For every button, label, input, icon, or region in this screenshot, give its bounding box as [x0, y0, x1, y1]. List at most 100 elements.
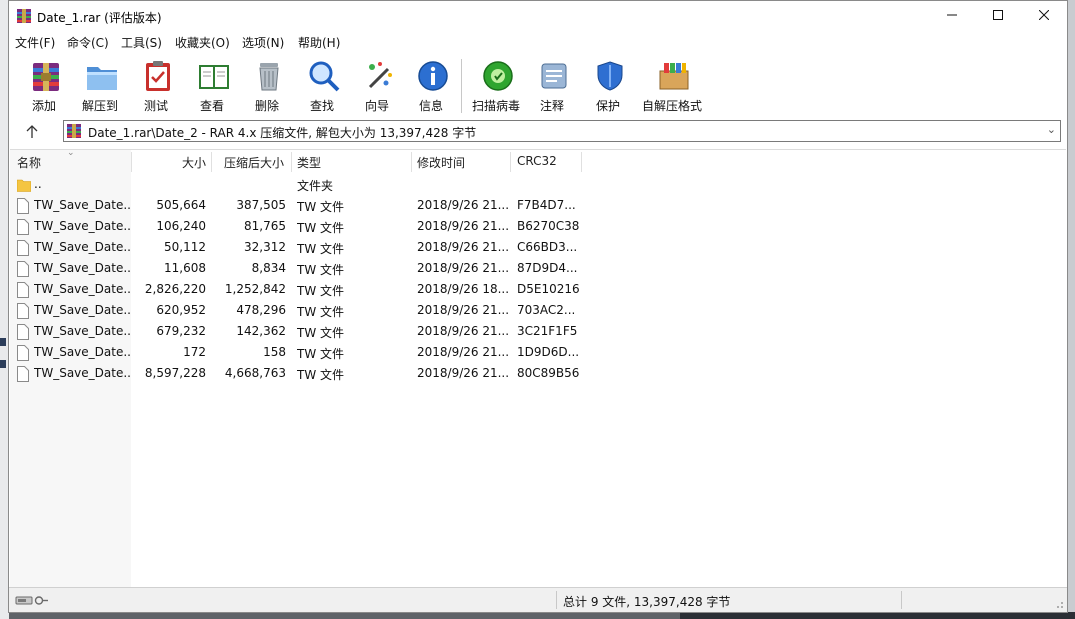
- file-packed-size: 387,505: [236, 198, 286, 212]
- file-modified: 2018/9/26 21...: [417, 219, 509, 233]
- toolbar: 添加 解压到 测试 查看 删除 查找 向导 信息 扫描病毒 注释 保护 自解压格…: [9, 53, 1067, 115]
- column-header-packed[interactable]: 压缩后大小: [224, 154, 284, 171]
- file-name: TW_Save_Date...: [34, 219, 130, 233]
- file-icon: [17, 282, 29, 298]
- table-row[interactable]: TW_Save_Date... 505,664 387,505 TW 文件 20…: [10, 196, 1066, 217]
- file-modified: 2018/9/26 21...: [417, 324, 509, 338]
- find-button[interactable]: 查找: [297, 57, 347, 113]
- file-type: TW 文件: [297, 284, 345, 298]
- extract-to-button[interactable]: 解压到: [75, 57, 125, 113]
- test-clipboard-icon: [146, 61, 170, 91]
- column-header-size[interactable]: 大小: [140, 154, 206, 171]
- table-row[interactable]: TW_Save_Date... 2,826,220 1,252,842 TW 文…: [10, 280, 1066, 301]
- file-crc32: 87D9D4...: [517, 261, 578, 275]
- column-divider[interactable]: [211, 152, 212, 172]
- file-icon: [17, 261, 29, 277]
- path-text: Date_1.rar\Date_2 - RAR 4.x 压缩文件, 解包大小为 …: [88, 126, 477, 140]
- status-bar: 总计 9 文件, 13,397,428 字节: [9, 587, 1067, 612]
- file-size: 620,952: [156, 303, 206, 317]
- delete-button[interactable]: 删除: [242, 57, 292, 113]
- title-bar[interactable]: Date_1.rar (评估版本): [9, 1, 1067, 31]
- list-item-parent-folder[interactable]: .. 文件夹: [10, 175, 1066, 196]
- file-size: 11,608: [164, 261, 206, 275]
- address-bar: Date_1.rar\Date_2 - RAR 4.x 压缩文件, 解包大小为 …: [9, 117, 1067, 147]
- menu-help[interactable]: 帮助(H): [298, 34, 340, 51]
- resize-grip-icon[interactable]: [1054, 599, 1064, 609]
- minimize-button[interactable]: [929, 1, 975, 31]
- file-type: TW 文件: [297, 200, 345, 214]
- column-divider[interactable]: [510, 152, 511, 172]
- menu-tools[interactable]: 工具(S): [121, 34, 162, 51]
- menu-file[interactable]: 文件(F): [15, 34, 55, 51]
- desktop-fragment: [0, 360, 6, 368]
- virus-scan-icon: [483, 61, 513, 91]
- table-row[interactable]: TW_Save_Date... 172 158 TW 文件 2018/9/26 …: [10, 343, 1066, 364]
- file-modified: 2018/9/26 21...: [417, 303, 509, 317]
- winrar-window: Date_1.rar (评估版本) 文件(F) 命令(C) 工具(S) 收藏夹(…: [8, 0, 1068, 613]
- info-label: 信息: [418, 99, 443, 113]
- maximize-button[interactable]: [975, 1, 1021, 31]
- file-modified: 2018/9/26 18...: [417, 282, 509, 296]
- table-row[interactable]: TW_Save_Date... 679,232 142,362 TW 文件 20…: [10, 322, 1066, 343]
- up-folder-button[interactable]: [21, 121, 43, 143]
- wizard-button[interactable]: 向导: [352, 57, 402, 113]
- file-size: 505,664: [156, 198, 206, 212]
- file-icon: [17, 198, 29, 214]
- file-packed-size: 142,362: [236, 324, 286, 338]
- column-header-modified[interactable]: 修改时间: [417, 154, 465, 171]
- file-modified: 2018/9/26 21...: [417, 261, 509, 275]
- sfx-label: 自解压格式: [641, 99, 702, 113]
- file-list[interactable]: 名称 ⌄ 大小 压缩后大小 类型 修改时间 CRC32 .. 文件夹 TW_Sa…: [10, 148, 1066, 588]
- menu-command[interactable]: 命令(C): [67, 34, 109, 51]
- table-row[interactable]: TW_Save_Date... 50,112 32,312 TW 文件 2018…: [10, 238, 1066, 259]
- file-modified: 2018/9/26 21...: [417, 366, 509, 380]
- file-packed-size: 158: [263, 345, 286, 359]
- file-crc32: C66BD3...: [517, 240, 578, 254]
- archive-icon: [67, 124, 81, 138]
- comment-button[interactable]: 注释: [527, 57, 577, 113]
- status-summary: 总计 9 文件, 13,397,428 字节: [563, 595, 731, 609]
- file-name: TW_Save_Date...: [34, 198, 130, 212]
- info-button[interactable]: 信息: [406, 57, 456, 113]
- menu-favorites[interactable]: 收藏夹(O): [175, 34, 230, 51]
- column-header-name[interactable]: 名称: [17, 154, 41, 171]
- shield-icon: [597, 61, 623, 91]
- file-name: TW_Save_Date...: [34, 345, 130, 359]
- protect-button[interactable]: 保护: [583, 57, 633, 113]
- file-type: 文件夹: [297, 179, 334, 193]
- close-icon: [1038, 9, 1050, 21]
- column-divider[interactable]: [411, 152, 412, 172]
- table-row[interactable]: TW_Save_Date... 620,952 478,296 TW 文件 20…: [10, 301, 1066, 322]
- add-button[interactable]: 添加: [19, 57, 69, 113]
- column-header-type[interactable]: 类型: [297, 154, 321, 171]
- scan-virus-button[interactable]: 扫描病毒: [471, 57, 521, 113]
- close-button[interactable]: [1021, 1, 1067, 31]
- test-button[interactable]: 测试: [131, 57, 181, 113]
- drive-key-icon[interactable]: [15, 593, 49, 607]
- arrow-up-icon: [26, 125, 38, 138]
- info-icon: [418, 61, 448, 91]
- taskbar-fragment: [680, 612, 1075, 619]
- column-divider[interactable]: [131, 152, 132, 172]
- magnifier-icon: [309, 61, 340, 92]
- sfx-button[interactable]: 自解压格式: [642, 57, 702, 113]
- file-crc32: B6270C38: [517, 219, 580, 233]
- file-icon: [17, 324, 29, 340]
- file-name: ..: [34, 177, 42, 191]
- path-combobox[interactable]: Date_1.rar\Date_2 - RAR 4.x 压缩文件, 解包大小为 …: [63, 120, 1061, 142]
- file-crc32: 1D9D6D...: [517, 345, 580, 359]
- column-divider[interactable]: [291, 152, 292, 172]
- column-divider[interactable]: [581, 152, 582, 172]
- column-header-crc32[interactable]: CRC32: [517, 154, 557, 168]
- winrar-app-icon: [17, 9, 31, 23]
- table-row[interactable]: TW_Save_Date... 106,240 81,765 TW 文件 201…: [10, 217, 1066, 238]
- file-name: TW_Save_Date...: [34, 240, 130, 254]
- file-modified: 2018/9/26 21...: [417, 240, 509, 254]
- menu-options[interactable]: 选项(N): [242, 34, 284, 51]
- chevron-down-icon[interactable]: ⌄: [1047, 123, 1056, 136]
- view-button[interactable]: 查看: [187, 57, 237, 113]
- table-row[interactable]: TW_Save_Date... 8,597,228 4,668,763 TW 文…: [10, 364, 1066, 385]
- file-type: TW 文件: [297, 221, 345, 235]
- file-icon: [17, 303, 29, 319]
- table-row[interactable]: TW_Save_Date... 11,608 8,834 TW 文件 2018/…: [10, 259, 1066, 280]
